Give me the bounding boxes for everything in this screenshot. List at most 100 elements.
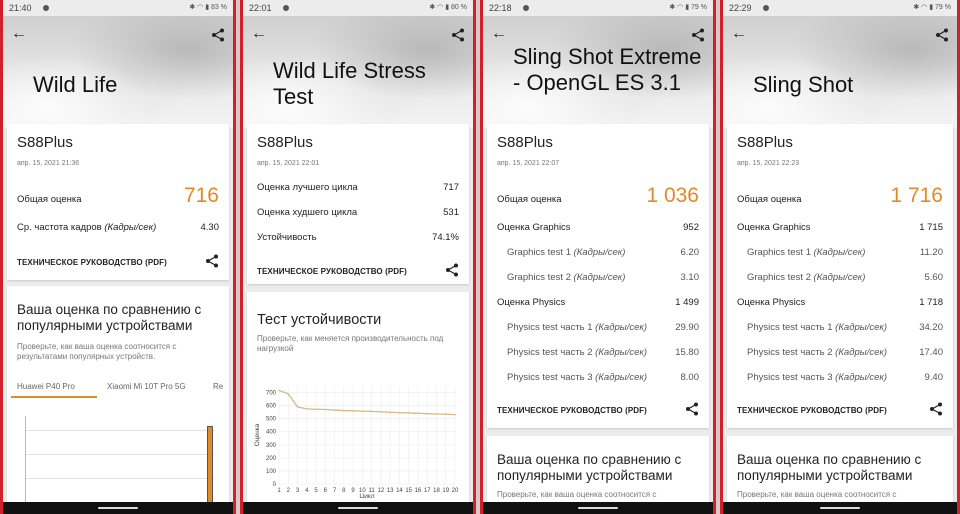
row-value: 17.40 [919, 347, 943, 358]
technical-guide-link[interactable]: ТЕХНИЧЕСКОЕ РУКОВОДСТВО (PDF) [737, 406, 887, 415]
share-icon[interactable] [691, 28, 705, 42]
row-value: 9.40 [924, 372, 944, 383]
back-arrow-icon[interactable]: ← [731, 26, 747, 42]
back-arrow-icon[interactable]: ← [491, 26, 507, 42]
row-unit: (Кадры/сек) [835, 322, 888, 333]
result-card: S88Plus апр. 15, 2021 21:36 Общая оценка… [7, 124, 229, 280]
grid-line [25, 454, 215, 455]
tab-xiaomi-mi-10t-pro[interactable]: Xiaomi Mi 10T Pro 5G [107, 382, 186, 391]
notification-dot-icon [283, 5, 289, 11]
share-icon[interactable] [935, 28, 949, 42]
x-tick-label: 20 [452, 488, 459, 494]
row-value: 1 499 [675, 297, 699, 308]
overall-label: Общая оценка [497, 194, 562, 205]
system-navigation-bar [723, 502, 957, 514]
row-value: 74.1% [432, 232, 459, 243]
row-label: Оценка Graphics [497, 222, 571, 233]
status-time: 22:18 [489, 3, 512, 13]
hero-banner: ← Wild Life Stress Test [243, 16, 473, 128]
share-icon[interactable] [451, 28, 465, 42]
back-arrow-icon[interactable]: ← [11, 26, 27, 42]
y-tick-label: 700 [266, 391, 277, 397]
overall-label: Общая оценка [737, 194, 802, 205]
x-tick-label: 14 [396, 488, 403, 494]
battery-level: 80 % [451, 4, 467, 11]
y-tick-label: 100 [266, 469, 277, 475]
row-value: 717 [443, 182, 459, 193]
row-unit: (Кадры/сек) [595, 372, 648, 383]
battery-level: 83 % [211, 4, 227, 11]
tab-underline [11, 396, 97, 398]
technical-guide-link[interactable]: ТЕХНИЧЕСКОЕ РУКОВОДСТВО (PDF) [17, 258, 167, 267]
x-tick-label: 8 [342, 488, 346, 494]
battery-level: 79 % [691, 4, 707, 11]
grid-line [25, 430, 215, 431]
x-tick-label: 15 [405, 488, 412, 494]
y-tick-label: 600 [266, 404, 277, 410]
comparison-chart [25, 416, 215, 506]
share-icon[interactable] [685, 402, 699, 416]
notification-dot-icon [523, 5, 529, 11]
status-battery: ✱ ◠ ▮ 79 % [913, 4, 951, 11]
data-point [278, 389, 280, 392]
share-icon[interactable] [211, 28, 225, 42]
overall-score: 716 [183, 184, 219, 207]
system-navigation-bar [243, 502, 473, 514]
row-label: Оценка Physics [497, 297, 566, 308]
home-indicator[interactable] [98, 507, 138, 509]
share-icon[interactable] [929, 402, 943, 416]
device-name: S88Plus [257, 134, 313, 151]
data-point [370, 410, 373, 413]
data-point [296, 406, 299, 408]
row-value: 952 [683, 222, 699, 233]
notification-dot-icon [43, 5, 49, 11]
data-point [287, 393, 290, 395]
result-card: S88Plus апр. 15, 2021 22:01 Оценка лучше… [247, 124, 469, 284]
tab-more[interactable]: Re [213, 382, 223, 391]
row-label: Graphics test 1 [507, 247, 574, 258]
row-value: 6.20 [680, 247, 700, 258]
stability-desc: Проверьте, как меняется производительнос… [257, 334, 444, 353]
series-line [278, 389, 456, 416]
row-value: 531 [443, 207, 459, 218]
tab-huawei-p40-pro[interactable]: Huawei P40 Pro [17, 382, 75, 391]
row-unit: (Кадры/сек) [813, 272, 866, 283]
row-unit: (Кадры/сек) [595, 347, 648, 358]
status-bar: 22:01 ✱ ◠ ▮ 80 % [243, 0, 473, 16]
data-point [380, 411, 382, 413]
data-point [407, 412, 410, 414]
grid-line [25, 478, 215, 479]
status-battery: ✱ ◠ ▮ 80 % [429, 4, 467, 11]
fps-unit: (Кадры/сек) [104, 222, 157, 233]
row-label: Graphics test 2 [747, 272, 814, 283]
status-bar: 21:40 ✱ ◠ ▮ 83 % [3, 0, 233, 16]
row-unit: (Кадры/сек) [573, 272, 626, 283]
share-icon[interactable] [445, 263, 459, 277]
result-date: апр. 15, 2021 22:23 [737, 160, 800, 167]
technical-guide-link[interactable]: ТЕХНИЧЕСКОЕ РУКОВОДСТВО (PDF) [497, 406, 647, 415]
status-time: 21:40 [9, 3, 32, 13]
x-tick-label: 7 [333, 488, 337, 494]
home-indicator[interactable] [820, 507, 860, 509]
technical-guide-link[interactable]: ТЕХНИЧЕСКОЕ РУКОВОДСТВО (PDF) [257, 267, 407, 276]
overall-label: Общая оценка [17, 194, 82, 205]
overall-score: 1 036 [646, 184, 699, 207]
x-tick-label: 3 [296, 488, 300, 494]
chart-axis [25, 416, 26, 506]
back-arrow-icon[interactable]: ← [251, 26, 267, 42]
y-tick-label: 500 [266, 417, 277, 423]
y-tick-label: 400 [266, 430, 277, 436]
row-label: Graphics test 2 [507, 272, 574, 283]
phone-wild-life: 21:40 ✱ ◠ ▮ 83 % ← Wild Life S88Plus апр… [0, 0, 236, 514]
home-indicator[interactable] [338, 507, 378, 509]
row-value: 29.90 [675, 322, 699, 333]
data-point [454, 413, 456, 416]
x-tick-label: 12 [378, 488, 385, 494]
page-title: Wild Life Stress Test [273, 58, 426, 109]
device-name: S88Plus [497, 134, 553, 151]
phone-sling-shot: 22:29 ✱ ◠ ▮ 79 % ← Sling Shot S88Plus ап… [720, 0, 960, 514]
home-indicator[interactable] [578, 507, 618, 509]
phone-sling-shot-extreme: 22:18 ✱ ◠ ▮ 79 % ← Sling Shot Extreme - … [480, 0, 716, 514]
comparison-title: Ваша оценка по сравнению с популярными у… [497, 452, 682, 483]
share-icon[interactable] [205, 254, 219, 268]
